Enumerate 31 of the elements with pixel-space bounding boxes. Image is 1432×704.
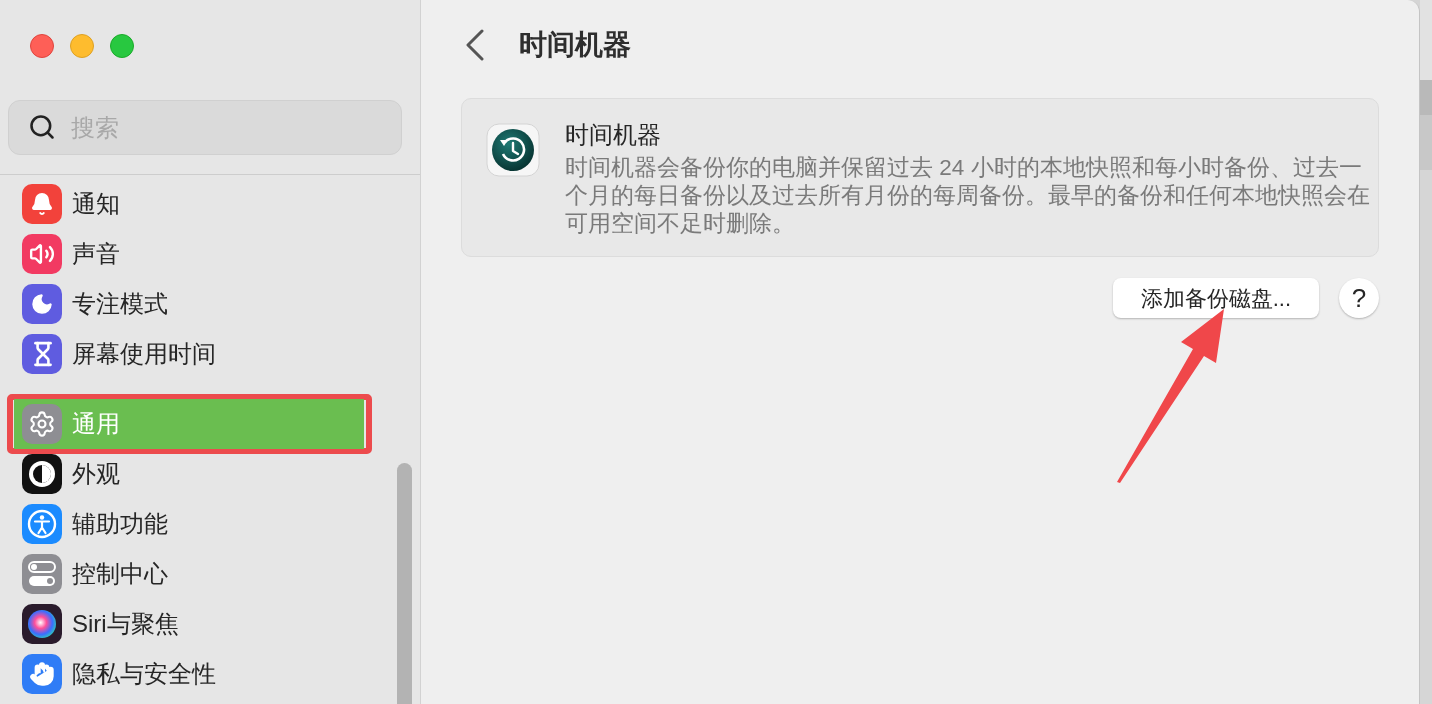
sidebar-item[interactable]: 辅助功能 xyxy=(14,499,364,549)
sidebar-item[interactable]: 隐私与安全性 xyxy=(14,649,364,699)
close-icon[interactable] xyxy=(30,34,54,58)
sidebar-item[interactable]: 外观 xyxy=(14,449,364,499)
contrast-icon xyxy=(22,454,62,494)
hourglass-icon xyxy=(22,334,62,374)
moon-icon xyxy=(22,284,62,324)
sidebar-item[interactable]: 专注模式 xyxy=(14,279,364,329)
speaker-icon xyxy=(22,234,62,274)
sidebar-item[interactable]: 通知 xyxy=(14,179,364,229)
card-description: 时间机器会备份你的电脑并保留过去 24 小时的本地快照和每小时备份、过去一个月的每日备份以及过去所有月份的每周备份。最早的备份和任何本地快照会在可用空间不足时删除。 xyxy=(565,154,1370,238)
page-title: 时间机器 xyxy=(519,28,631,62)
add-disk-button[interactable]: 添加备份磁盘... xyxy=(1112,278,1319,318)
sidebar-item[interactable]: 控制中心 xyxy=(14,549,364,599)
help-button[interactable]: ? xyxy=(1339,278,1379,318)
hand-icon xyxy=(22,654,62,694)
sidebar-item[interactable]: 屏幕使用时间 xyxy=(14,329,364,379)
scrollbar-thumb[interactable] xyxy=(397,463,412,704)
sidebar-item[interactable]: Siri与聚焦 xyxy=(14,599,364,649)
orb-icon xyxy=(22,604,62,644)
card-title: 时间机器 xyxy=(565,120,662,150)
chevron-left-icon xyxy=(465,29,485,61)
toggle-icon xyxy=(22,554,62,594)
minimize-icon[interactable] xyxy=(70,34,94,58)
gear-icon xyxy=(22,404,62,444)
bell-icon xyxy=(22,184,62,224)
search-icon xyxy=(28,113,56,141)
clock-icon xyxy=(486,123,540,177)
zoom-icon[interactable] xyxy=(110,34,134,58)
accessibility-icon xyxy=(22,504,62,544)
sidebar-item[interactable]: 声音 xyxy=(14,229,364,279)
